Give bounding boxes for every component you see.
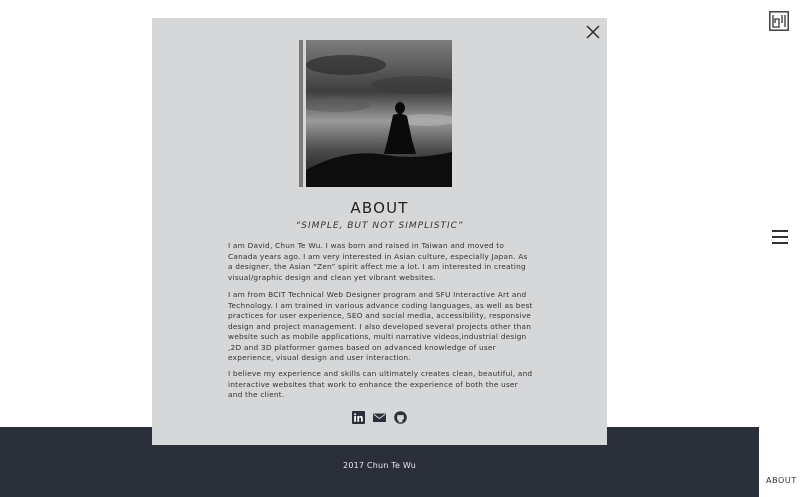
current-section-label: ABOUT (766, 476, 797, 485)
menu-line (772, 236, 788, 238)
footer-copyright: 2017 Chun Te Wu (343, 461, 416, 470)
hamburger-menu-icon[interactable] (772, 230, 788, 244)
menu-line (772, 242, 788, 244)
silhouette-image (306, 40, 452, 187)
profile-photo (306, 40, 452, 187)
tagline-text: SIMPLE, BUT NOT SIMPLISTIC (301, 221, 458, 231)
about-modal: ABOUT “SIMPLE, BUT NOT SIMPLISTIC” I am … (152, 18, 607, 445)
about-paragraph: I believe my experience and skills can u… (228, 369, 533, 399)
about-paragraph: I am David, Chun Te Wu. I was born and r… (228, 241, 528, 282)
tagline: “SIMPLE, BUT NOT SIMPLISTIC” (152, 221, 607, 231)
linkedin-icon[interactable] (352, 410, 365, 424)
menu-line (772, 230, 788, 232)
logo-icon[interactable] (769, 11, 789, 31)
right-rail (759, 0, 800, 497)
mail-icon[interactable] (373, 411, 386, 424)
about-paragraph: I am from BCIT Technical Web Designer pr… (228, 290, 533, 362)
social-links (352, 410, 412, 424)
modal-title: ABOUT (350, 199, 409, 217)
photo-accent-bar (299, 40, 303, 187)
close-icon[interactable] (584, 23, 602, 41)
github-icon[interactable] (394, 410, 407, 424)
tagline-close-quote: ” (457, 221, 464, 231)
